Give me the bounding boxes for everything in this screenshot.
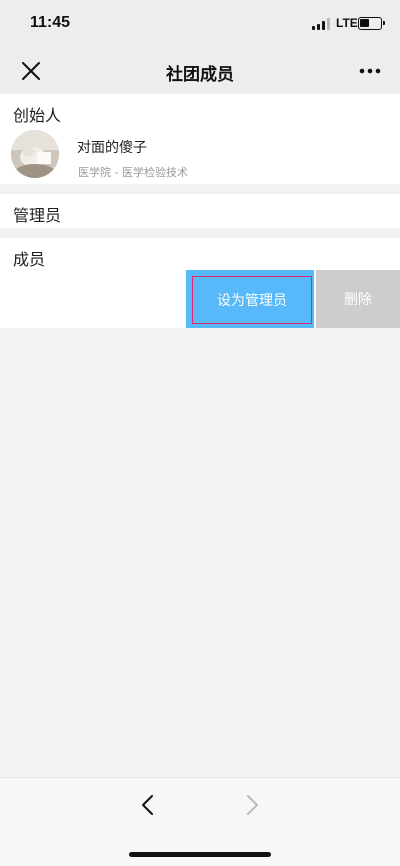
admin-section: 管理员 bbox=[0, 194, 400, 228]
forward-arrow-icon[interactable] bbox=[242, 793, 262, 817]
signal-icon bbox=[312, 18, 332, 30]
member-department: 医学院 - 医学检验技术 bbox=[78, 166, 188, 179]
avatar[interactable] bbox=[11, 130, 59, 178]
more-icon[interactable] bbox=[356, 58, 384, 84]
member-section: 成员 设为管理员 删除 bbox=[0, 238, 400, 328]
network-type: LTE bbox=[336, 16, 358, 30]
founder-header: 创始人 bbox=[13, 106, 62, 125]
founder-section: 创始人 对面的傻子 医学院 - 医学检验技术 bbox=[0, 94, 400, 184]
battery-icon bbox=[358, 17, 385, 30]
member-name: 对面的傻子 bbox=[77, 140, 147, 156]
member-header: 成员 bbox=[13, 250, 46, 269]
set-admin-label: 设为管理员 bbox=[192, 276, 312, 324]
nav-bar: 社团成员 bbox=[0, 48, 400, 94]
status-time: 11:45 bbox=[30, 14, 71, 31]
set-admin-button[interactable]: 设为管理员 bbox=[186, 270, 314, 328]
member-row-actions: 设为管理员 删除 bbox=[186, 270, 400, 328]
home-indicator bbox=[129, 852, 271, 857]
delete-button[interactable]: 删除 bbox=[316, 270, 400, 328]
admin-header: 管理员 bbox=[13, 206, 62, 225]
back-arrow-icon[interactable] bbox=[138, 793, 158, 817]
status-bar: 11:45 LTE bbox=[0, 0, 400, 48]
page-title: 社团成员 bbox=[166, 65, 234, 85]
